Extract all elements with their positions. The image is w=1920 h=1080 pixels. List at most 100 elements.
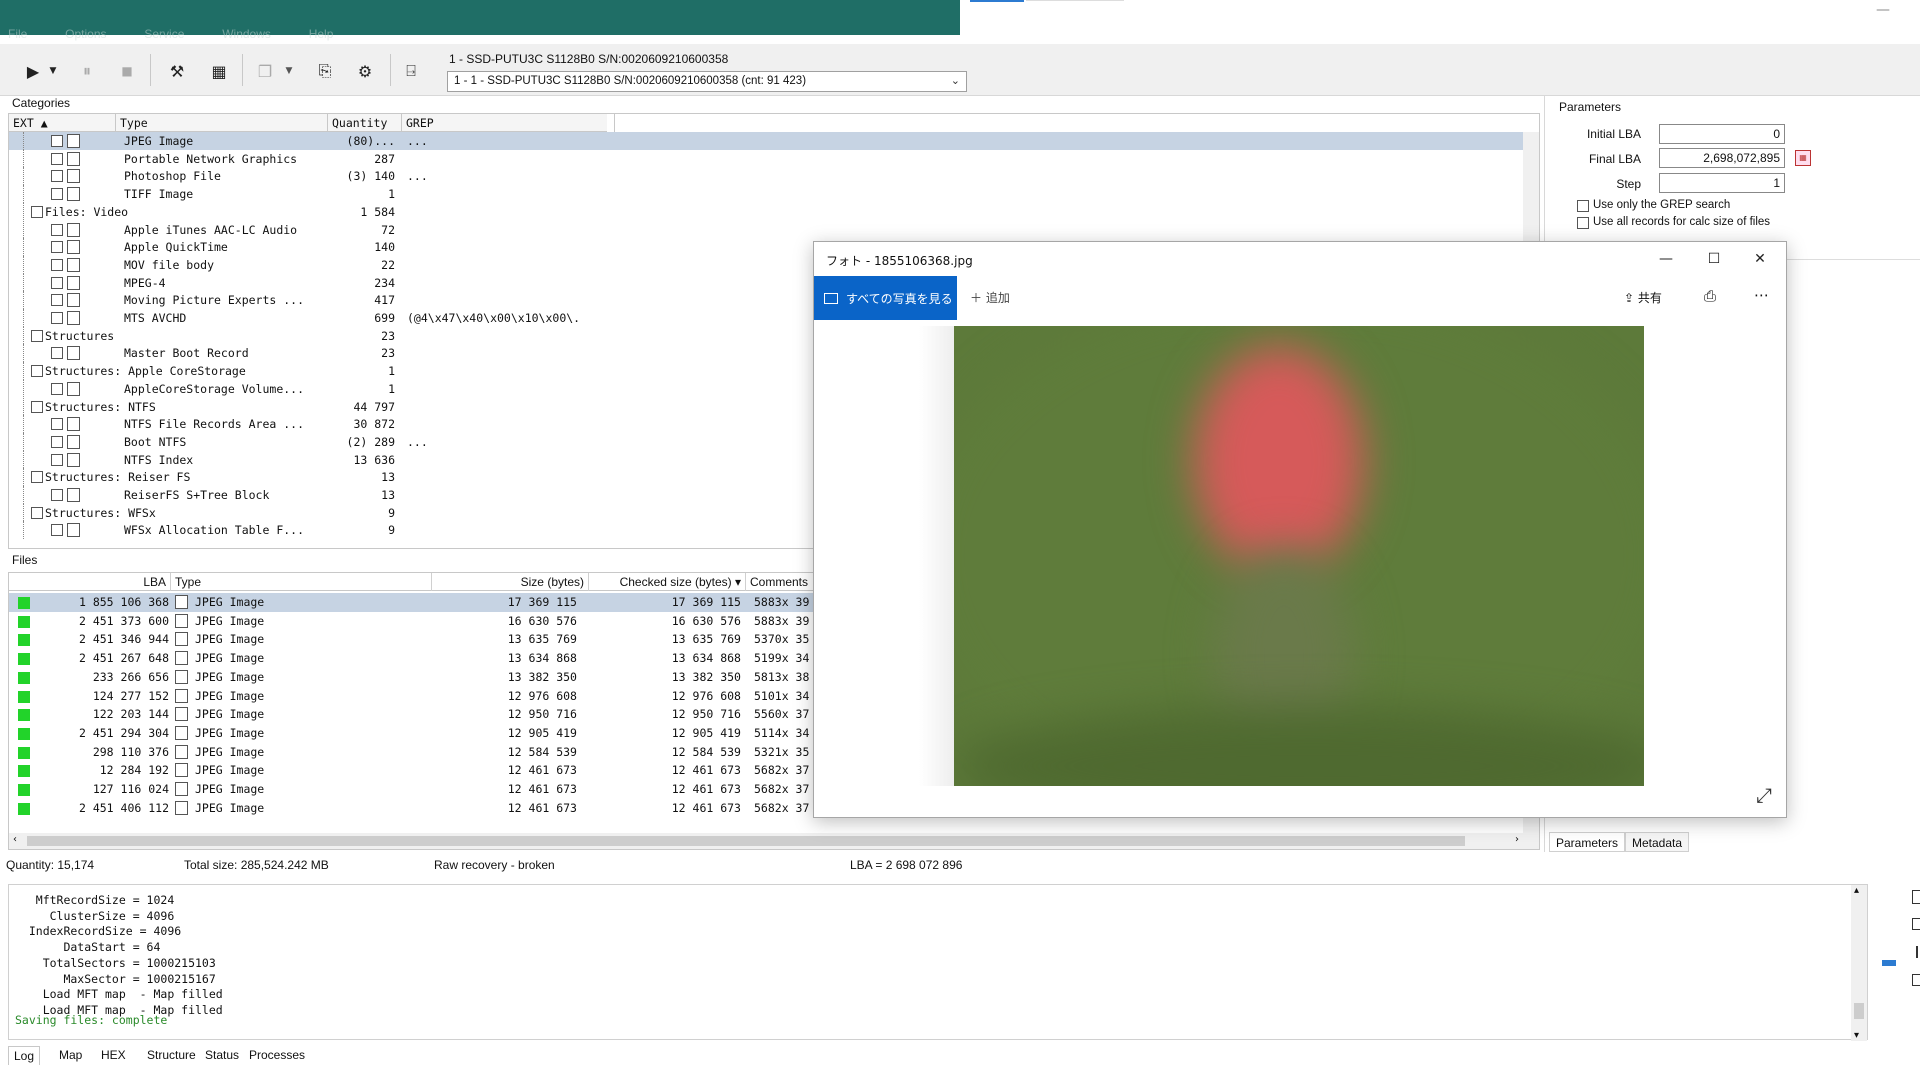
category-name: Structures: NTFS	[45, 399, 156, 414]
tab-log[interactable]: Log	[8, 1046, 41, 1065]
col-quantity[interactable]: Quantity	[328, 114, 402, 132]
category-row[interactable]: Photoshop File (3) 140...	[9, 167, 1531, 186]
photos-window[interactable]: フォト - 1855106368.jpg — ☐ ✕ すべての写真を見る ＋ 追…	[813, 241, 1787, 818]
device-select[interactable]: 1 - 1 - SSD-PUTU3C S1128B0 S/N:002060921…	[447, 71, 967, 92]
menu-service[interactable]: Service	[144, 27, 184, 41]
photo-image[interactable]	[954, 326, 1644, 786]
category-checkbox[interactable]	[51, 453, 63, 466]
category-checkbox[interactable]	[51, 276, 63, 289]
see-all-photos-button[interactable]: すべての写真を見る	[814, 276, 957, 320]
add-button[interactable]: ＋ 追加	[970, 289, 1010, 306]
category-checkbox[interactable]	[31, 400, 43, 413]
final-lba-input[interactable]: 2,698,072,895	[1659, 148, 1785, 168]
col-grep[interactable]: GREP	[402, 114, 615, 132]
category-checkbox[interactable]	[51, 258, 63, 271]
export-icon[interactable]: ⎘	[312, 58, 338, 84]
category-checkbox[interactable]	[51, 241, 63, 254]
close-icon[interactable]: ✕	[1746, 248, 1774, 270]
tab-status[interactable]: Status	[200, 1046, 244, 1064]
step-input[interactable]: 1	[1659, 173, 1785, 193]
category-row[interactable]: Apple iTunes AAC-LC Audio 72	[9, 220, 1531, 239]
log-line: Load MFT map - Map filled	[15, 987, 223, 1002]
category-checkbox[interactable]	[31, 205, 43, 218]
calendar-icon[interactable]: ▦	[1795, 150, 1811, 166]
scroll-thumb[interactable]	[27, 836, 1465, 846]
cursor-icon[interactable]	[1916, 946, 1918, 958]
tab-metadata[interactable]: Metadata	[1625, 832, 1690, 852]
tab-hex[interactable]: HEX	[96, 1046, 131, 1064]
category-checkbox[interactable]	[51, 170, 63, 183]
category-checkbox[interactable]	[51, 382, 63, 395]
scroll-left-icon[interactable]: ‹	[13, 834, 17, 845]
scroll-up-icon[interactable]: ▴	[1854, 885, 1859, 896]
category-checkbox[interactable]	[51, 418, 63, 431]
col-checked-size[interactable]: Checked size (bytes) ▾	[589, 573, 746, 591]
menu-help[interactable]: Help	[309, 27, 334, 41]
grid-icon[interactable]: ▦	[206, 58, 232, 84]
category-checkbox[interactable]	[51, 188, 63, 201]
tab-structure[interactable]: Structure	[142, 1046, 201, 1064]
category-row[interactable]: TIFF Image 1	[9, 185, 1531, 203]
initial-lba-input[interactable]: 0	[1659, 124, 1785, 144]
grep-only-checkbox[interactable]	[1577, 200, 1589, 212]
category-checkbox[interactable]	[51, 435, 63, 448]
log-scrollbar[interactable]: ▴ ▾	[1851, 885, 1867, 1041]
col-type[interactable]: Type	[171, 573, 432, 591]
category-checkbox[interactable]	[31, 365, 43, 378]
maximize-icon[interactable]: ☐	[1700, 248, 1728, 270]
category-checkbox[interactable]	[51, 347, 63, 360]
menu-file[interactable]: File	[8, 27, 27, 41]
category-checkbox[interactable]	[31, 329, 43, 342]
files-hscrollbar[interactable]: ‹ ›	[9, 833, 1523, 849]
settings-icon[interactable]: ⚙	[352, 58, 378, 84]
category-checkbox[interactable]	[51, 489, 63, 501]
category-checkbox[interactable]	[51, 294, 63, 307]
tools-icon[interactable]: ⚒	[164, 58, 190, 84]
tab-map[interactable]: Map	[54, 1046, 87, 1064]
stop-icon[interactable]: ■	[114, 58, 140, 84]
pause-icon[interactable]: ⏸	[74, 58, 100, 84]
col-size[interactable]: Size (bytes)	[432, 573, 589, 591]
category-row[interactable]: Portable Network Graphics 287	[9, 149, 1531, 168]
more-icon[interactable]: ⋯	[1754, 286, 1769, 304]
category-row[interactable]: Files: Video 1 584	[9, 202, 1531, 221]
category-checkbox[interactable]	[51, 152, 63, 165]
minimize-icon[interactable]: —	[1652, 248, 1680, 270]
exit-icon[interactable]: ⍈	[398, 58, 424, 84]
category-checkbox[interactable]	[51, 312, 63, 324]
scroll-down-icon[interactable]: ▾	[1854, 1030, 1859, 1041]
category-checkbox[interactable]	[31, 471, 43, 484]
menu-options[interactable]: Options	[65, 27, 106, 41]
col-lba[interactable]: LBA	[9, 573, 171, 591]
page-icon[interactable]	[1912, 890, 1920, 904]
log-panel[interactable]: MftRecordSize = 1024 ClusterSize = 4096 …	[8, 884, 1868, 1041]
minimize-icon[interactable]: —	[1876, 2, 1890, 18]
status-lba: LBA = 2 698 072 896	[850, 858, 963, 872]
play-icon[interactable]: ▶	[20, 58, 46, 84]
scroll-thumb[interactable]	[1854, 1003, 1864, 1019]
category-checkbox[interactable]	[51, 524, 63, 537]
tab-parameters[interactable]: Parameters	[1549, 832, 1626, 852]
col-ext[interactable]: EXT ▲	[9, 114, 116, 132]
tab-processes[interactable]: Processes	[244, 1046, 310, 1064]
photos-titlebar[interactable]: フォト - 1855106368.jpg — ☐ ✕	[814, 242, 1786, 276]
expand-icon[interactable]: ⤢	[1756, 783, 1772, 807]
dropdown-arrow-icon[interactable]: ▼	[46, 58, 60, 84]
scroll-right-icon[interactable]: ›	[1515, 834, 1519, 845]
vlc-icon	[67, 240, 80, 255]
dropdown-arrow-icon[interactable]: ▼	[282, 58, 296, 84]
menu-windows[interactable]: Windows	[222, 27, 271, 41]
print-icon[interactable]: ⎙	[1704, 287, 1716, 305]
all-records-checkbox[interactable]	[1577, 217, 1589, 229]
audio-icon	[67, 222, 80, 237]
category-checkbox[interactable]	[31, 506, 43, 519]
file-type: JPEG Image	[195, 744, 265, 759]
col-type[interactable]: Type	[116, 114, 328, 132]
save-icon[interactable]	[1912, 918, 1920, 930]
category-checkbox[interactable]	[51, 223, 63, 236]
copy-icon[interactable]: ❐	[252, 58, 278, 84]
category-row[interactable]: JPEG Image (80)......	[9, 132, 1531, 150]
share-button[interactable]: ⇪ 共有	[1624, 289, 1662, 306]
tool-icon[interactable]	[1912, 974, 1920, 986]
category-checkbox[interactable]	[51, 135, 63, 147]
